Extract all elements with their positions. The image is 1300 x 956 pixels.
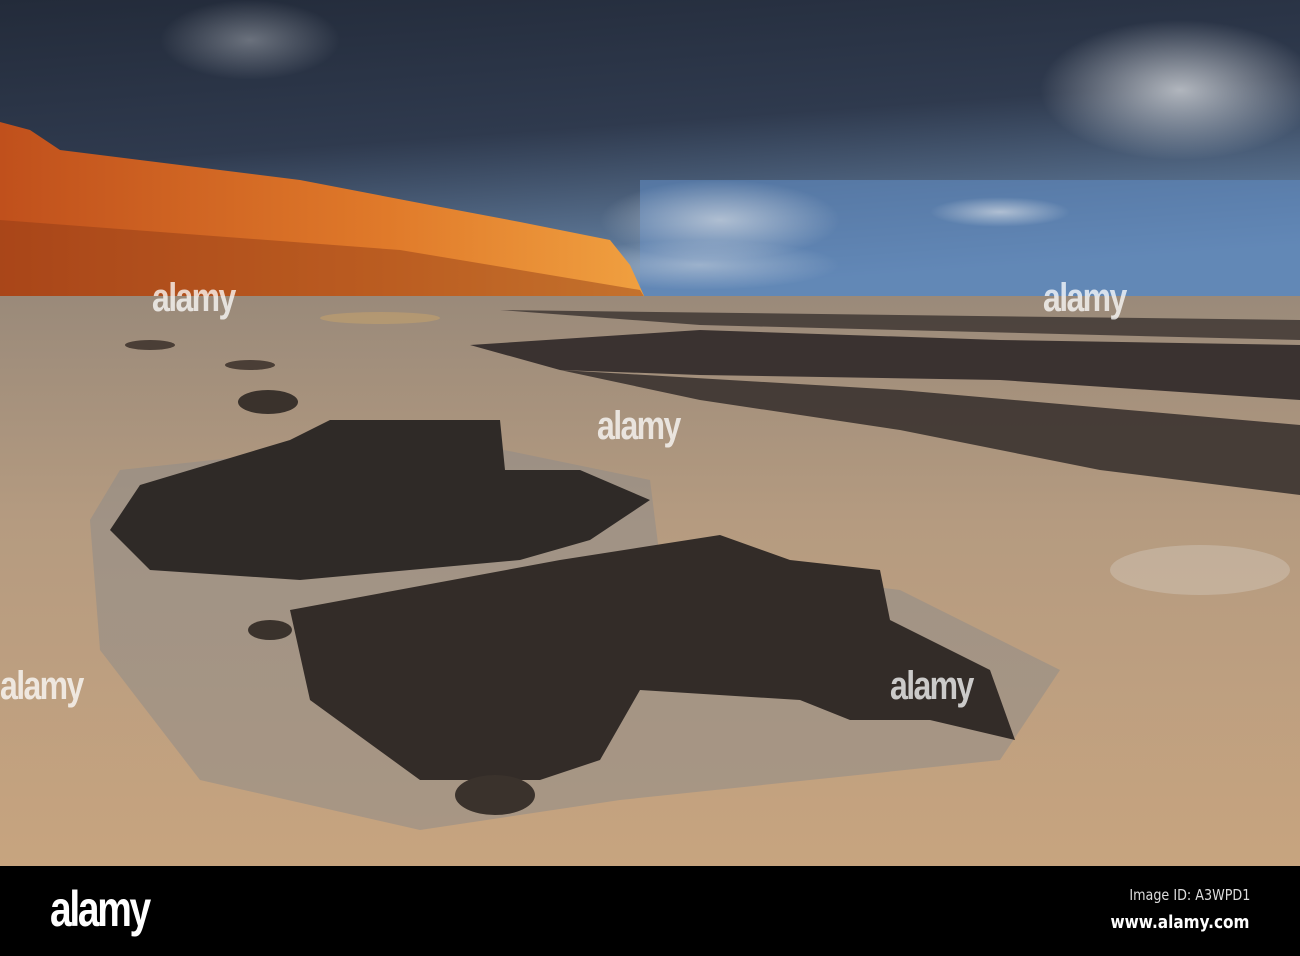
image-id: Image ID: A3WPD1 [1129, 886, 1250, 904]
website-url: www.alamy.com [1111, 912, 1250, 933]
watermark: alamy [890, 664, 974, 708]
watermark: alamy [0, 664, 84, 708]
watermark: alamy [1043, 276, 1127, 320]
footer-bar: alamy Image ID: A3WPD1 www.alamy.com [0, 866, 1300, 956]
watermark: alamy [152, 276, 236, 320]
watermark: alamy [597, 404, 681, 448]
alamy-logo: alamy [50, 881, 151, 937]
